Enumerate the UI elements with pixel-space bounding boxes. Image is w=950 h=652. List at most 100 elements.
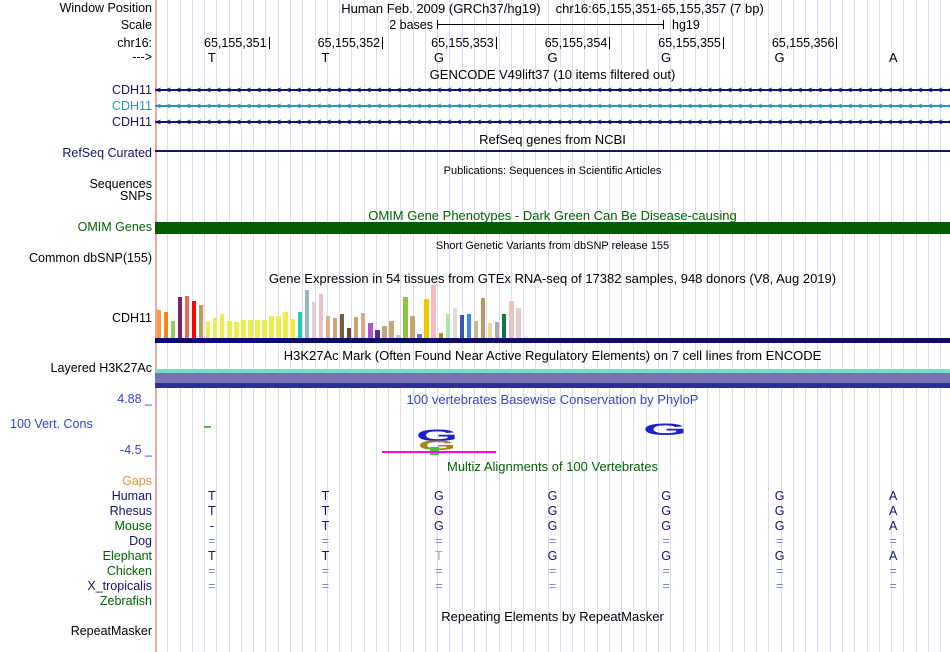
alignment-base: T — [207, 549, 216, 563]
conservation-label[interactable]: 100 Vert. Cons — [10, 418, 93, 431]
gridline — [253, 0, 255, 652]
alignment-base: = — [548, 534, 557, 548]
gencode-item-label[interactable]: CDH11 — [0, 84, 152, 97]
species-label[interactable]: Rhesus — [0, 505, 152, 518]
h3k27ac-label[interactable]: Layered H3K27Ac — [0, 362, 152, 375]
ruler-base: G — [433, 50, 444, 65]
gridline — [572, 0, 574, 652]
gtex-expression-bar[interactable] — [452, 308, 458, 338]
gtex-expression-bar[interactable] — [241, 320, 246, 338]
gtex-expression-bar[interactable] — [410, 316, 415, 338]
gtex-expression-bar[interactable] — [283, 312, 288, 338]
gtex-expression-bar[interactable] — [170, 321, 176, 338]
gtex-expression-bar[interactable] — [227, 321, 232, 338]
gridline — [829, 0, 831, 652]
gtex-expression-bar[interactable] — [501, 314, 507, 338]
publications-track-title[interactable]: Publications: Sequences in Scientific Ar… — [155, 165, 950, 178]
gencode-transcript-arrows: <<<<<<<<<<<<<<<<<<<<<<<<<<<<<<<<<<<<<<<<… — [155, 117, 950, 128]
h3k27ac-track-title[interactable]: H3K27Ac Mark (Often Found Near Active Re… — [155, 349, 950, 362]
gencode-item-label[interactable]: CDH11 — [0, 116, 152, 129]
gtex-expression-bar[interactable] — [509, 301, 514, 338]
gridline — [645, 0, 647, 652]
gtex-expression-bar[interactable] — [332, 318, 338, 338]
gtex-expression-bar[interactable] — [177, 297, 183, 338]
alignment-base: = — [321, 564, 330, 578]
gtex-expression-bar[interactable] — [445, 314, 451, 338]
dbsnp-label[interactable]: Common dbSNP(155) — [0, 252, 152, 265]
gtex-expression-bar[interactable] — [360, 313, 366, 338]
omim-gene-bar[interactable] — [155, 222, 950, 234]
species-label[interactable]: Dog — [0, 535, 152, 548]
species-label[interactable]: Elephant — [0, 550, 152, 563]
gtex-expression-bar[interactable] — [234, 322, 239, 338]
gtex-expression-bar[interactable] — [262, 320, 267, 338]
gtex-expression-bar[interactable] — [163, 312, 169, 338]
refseq-track-title[interactable]: RefSeq genes from NCBI — [155, 133, 950, 146]
gtex-expression-bar[interactable] — [466, 314, 472, 338]
phylop-track-title[interactable]: 100 vertebrates Basewise Conservation by… — [155, 393, 950, 406]
gtex-expression-bar[interactable] — [459, 315, 465, 338]
gtex-gene-label[interactable]: CDH11 — [0, 312, 152, 325]
gtex-expression-bar[interactable] — [403, 297, 408, 338]
gencode-track-title[interactable]: GENCODE V49lift37 (10 items filtered out… — [155, 68, 950, 81]
gtex-expression-bar[interactable] — [431, 285, 436, 338]
gtex-expression-bar[interactable] — [191, 301, 197, 338]
gtex-expression-bar[interactable] — [353, 317, 359, 338]
gtex-expression-bar[interactable] — [184, 296, 190, 338]
gtex-expression-bar[interactable] — [375, 330, 380, 338]
repeatmasker-track-title[interactable]: Repeating Elements by RepeatMasker — [155, 610, 950, 623]
species-label[interactable]: Mouse — [0, 520, 152, 533]
dbsnp-track-title[interactable]: Short Genetic Variants from dbSNP releas… — [155, 240, 950, 253]
gtex-expression-bar[interactable] — [219, 314, 225, 338]
ruler-tick — [382, 37, 384, 49]
repeatmasker-label[interactable]: RepeatMasker — [0, 625, 152, 638]
alignment-base: G — [547, 549, 558, 563]
gtex-expression-bar[interactable] — [198, 305, 204, 338]
species-label[interactable]: X_tropicalis — [0, 580, 152, 593]
omim-track-title[interactable]: OMIM Gene Phenotypes - Dark Green Can Be… — [155, 209, 950, 222]
gtex-expression-bar[interactable] — [516, 308, 521, 338]
gtex-expression-bar[interactable] — [389, 321, 394, 338]
gtex-expression-bar[interactable] — [487, 323, 493, 338]
gtex-expression-bar[interactable] — [156, 310, 162, 338]
gtex-expression-bar[interactable] — [368, 323, 373, 338]
gtex-expression-bar[interactable] — [480, 298, 486, 338]
gtex-expression-bar[interactable] — [290, 319, 295, 338]
gtex-expression-bar[interactable] — [318, 294, 324, 338]
gridline — [608, 0, 610, 652]
gtex-expression-bar[interactable] — [304, 290, 310, 338]
gtex-expression-bar[interactable] — [297, 312, 303, 338]
refseq-curated-label[interactable]: RefSeq Curated — [0, 147, 152, 160]
gtex-track-title[interactable]: Gene Expression in 54 tissues from GTEx … — [155, 272, 950, 285]
gtex-expression-bar[interactable] — [269, 316, 274, 338]
gtex-expression-bar[interactable] — [311, 302, 317, 338]
gtex-expression-bar[interactable] — [248, 320, 253, 338]
gtex-expression-bar[interactable] — [473, 321, 479, 338]
gtex-expression-bar[interactable] — [205, 322, 211, 338]
gtex-expression-bar[interactable] — [255, 320, 260, 338]
gtex-expression-bar[interactable] — [424, 299, 429, 338]
scale-bar-right-tick — [663, 20, 664, 29]
h3k27ac-layer[interactable] — [155, 383, 950, 388]
gtex-expression-bar[interactable] — [339, 314, 345, 338]
gtex-expression-bar[interactable] — [346, 328, 352, 338]
gencode-item-label[interactable]: CDH11 — [0, 100, 152, 113]
gtex-expression-bar[interactable] — [212, 318, 218, 338]
species-label[interactable]: Zebrafish — [0, 595, 152, 608]
gtex-expression-bar[interactable] — [325, 316, 331, 338]
h3k27ac-layer[interactable] — [155, 373, 950, 383]
phylop-max-label: 4.88 _ — [117, 392, 152, 406]
omim-genes-label[interactable]: OMIM Genes — [0, 221, 152, 234]
gtex-expression-bar[interactable] — [494, 322, 500, 338]
header-line: Human Feb. 2009 (GRCh37/hg19) chr16:65,1… — [155, 2, 950, 15]
multiz-track-title[interactable]: Multiz Alignments of 100 Vertebrates — [155, 460, 950, 473]
gridline — [302, 0, 304, 652]
species-label[interactable]: Chicken — [0, 565, 152, 578]
gaps-label[interactable]: Gaps — [0, 475, 152, 488]
gtex-expression-bar[interactable] — [382, 326, 387, 338]
gtex-expression-bar[interactable] — [276, 316, 281, 338]
snps-label[interactable]: SNPs — [0, 190, 152, 203]
species-label[interactable]: Human — [0, 490, 152, 503]
gridline — [682, 0, 684, 652]
refseq-curated-line[interactable] — [155, 150, 950, 152]
